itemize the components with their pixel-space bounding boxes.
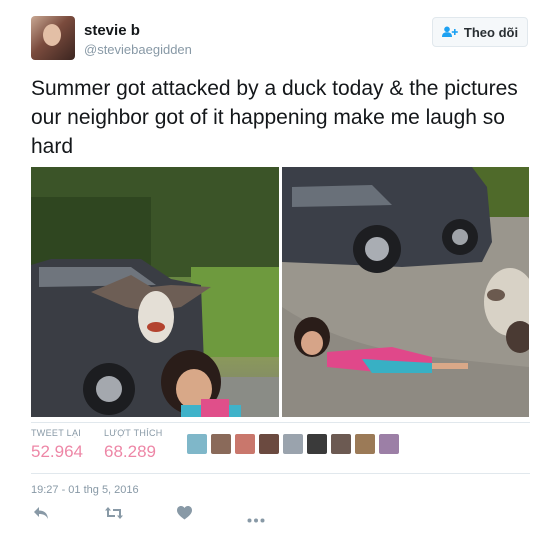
avatar[interactable] <box>31 16 75 60</box>
tweet-timestamp[interactable]: 19:27 - 01 thg 5, 2016 <box>31 484 139 496</box>
follow-button-label: Theo dõi <box>463 24 519 40</box>
add-user-icon <box>441 26 458 38</box>
liker-avatar[interactable] <box>259 434 279 454</box>
liker-avatars <box>187 434 399 454</box>
liker-avatar[interactable] <box>187 434 207 454</box>
liker-avatar[interactable] <box>379 434 399 454</box>
follow-button[interactable]: Theo dõi <box>432 17 528 47</box>
tweet-photo-left[interactable] <box>31 167 279 417</box>
more-icon[interactable] <box>247 510 265 528</box>
tweet-photo-right[interactable] <box>282 167 529 417</box>
photo-right-illustration <box>282 167 529 417</box>
liker-avatar[interactable] <box>235 434 255 454</box>
display-name[interactable]: stevie b <box>84 22 140 39</box>
liker-avatar[interactable] <box>307 434 327 454</box>
retweet-icon[interactable] <box>105 506 123 525</box>
tweet-text: Summer got attacked by a duck today & th… <box>31 77 518 158</box>
divider <box>31 473 530 474</box>
like-stat[interactable]: LƯỢT THÍCH 68.289 <box>104 428 163 462</box>
liker-avatar[interactable] <box>283 434 303 454</box>
reply-icon[interactable] <box>33 506 49 525</box>
user-handle[interactable]: @steviebaegidden <box>84 42 192 57</box>
liker-avatar[interactable] <box>355 434 375 454</box>
retweet-count-label: TWEET LẠI <box>31 428 82 438</box>
like-count-label: LƯỢT THÍCH <box>104 428 163 438</box>
retweet-count-value: 52.964 <box>31 442 83 461</box>
retweet-stat[interactable]: TWEET LẠI 52.964 <box>31 428 83 462</box>
liker-avatar[interactable] <box>331 434 351 454</box>
heart-icon[interactable] <box>177 506 192 525</box>
photo-left-illustration <box>31 167 279 417</box>
liker-avatar[interactable] <box>211 434 231 454</box>
like-count-value: 68.289 <box>104 442 156 461</box>
divider <box>31 422 530 423</box>
